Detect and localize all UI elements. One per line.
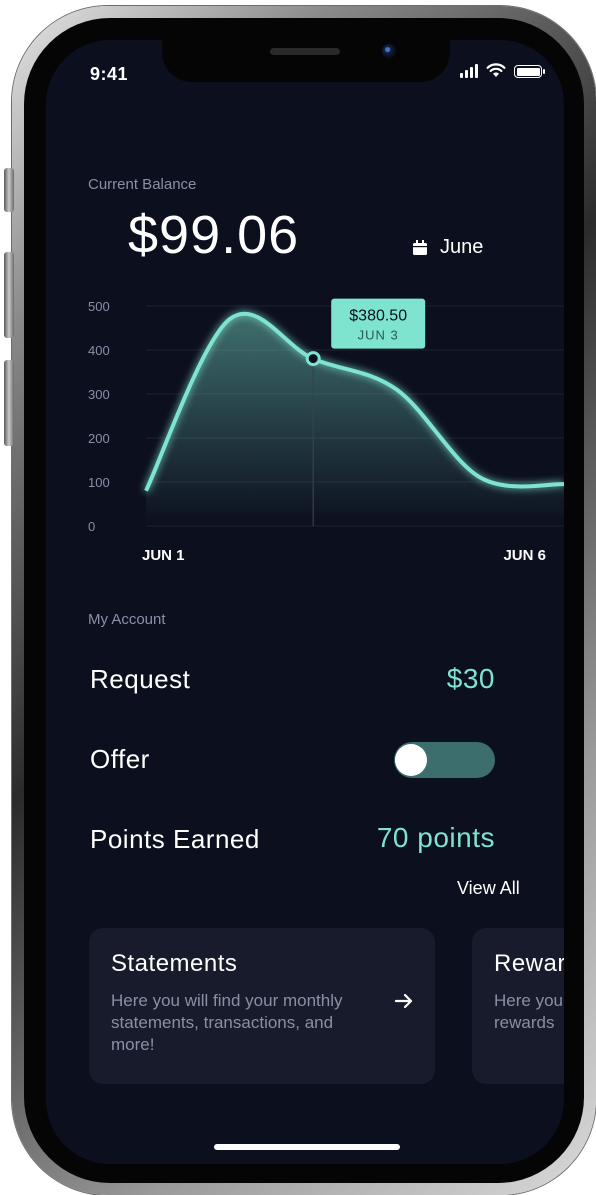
statements-card[interactable]: Statements Here you will find your month… — [89, 928, 435, 1084]
speaker — [270, 48, 340, 55]
camera — [382, 44, 396, 58]
my-account-label: My Account — [88, 611, 166, 628]
rewards-card[interactable]: Rewar Here you points ea rewards — [472, 928, 564, 1084]
month-label: June — [440, 236, 484, 258]
view-all-link[interactable]: View All — [457, 878, 520, 899]
battery-icon — [514, 65, 545, 78]
card-description: Here you points ea rewards — [494, 991, 564, 1032]
toggle-knob — [395, 744, 427, 776]
points-earned-value: 70 points — [376, 822, 495, 853]
notch — [162, 40, 450, 82]
status-icons — [460, 63, 545, 78]
x-axis-label-start: JUN 1 — [142, 547, 185, 564]
y-tick-label: 100 — [88, 475, 110, 490]
card-title: Rewar — [494, 950, 564, 977]
volume-down-button — [4, 360, 14, 446]
points-earned-label: Points Earned — [90, 824, 260, 854]
request-value[interactable]: $30 — [447, 663, 495, 695]
y-tick-label: 0 — [88, 519, 95, 534]
y-tick-label: 400 — [88, 343, 110, 358]
wifi-icon — [486, 63, 506, 77]
calendar-icon — [413, 239, 427, 255]
card-title: Statements — [111, 950, 238, 977]
home-indicator[interactable] — [214, 1144, 400, 1150]
card-description: Here you will find your monthly statemen… — [111, 991, 343, 1054]
status-time: 9:41 — [90, 64, 129, 84]
y-tick-label: 500 — [88, 299, 110, 314]
y-tick-label: 300 — [88, 387, 110, 402]
balance-value: $99.06 — [128, 205, 300, 265]
month-picker[interactable]: June — [412, 236, 483, 259]
balance-chart[interactable]: 500 400 300 200 100 0 $380.50 JUN 3 JUN 1 JUN… — [46, 290, 564, 570]
tooltip-value: $380.50 — [349, 308, 407, 325]
y-axis-labels: 500 400 300 200 100 0 — [88, 299, 110, 534]
chart-tooltip: $380.50 JUN 3 — [331, 298, 426, 349]
request-label: Request — [90, 664, 191, 694]
y-tick-label: 200 — [88, 431, 110, 446]
chart-marker[interactable] — [305, 351, 321, 367]
signal-icon — [460, 64, 478, 78]
tooltip-date: JUN 3 — [358, 328, 399, 343]
x-axis-label-end: JUN 6 — [503, 547, 546, 564]
screen: 9:41 Current Balance $99.06 June 500 400… — [46, 40, 564, 1164]
mute-switch — [4, 168, 14, 212]
offer-label: Offer — [90, 744, 150, 774]
arrow-right-icon[interactable] — [393, 990, 415, 1012]
offer-toggle[interactable] — [394, 742, 495, 778]
balance-label: Current Balance — [88, 176, 197, 193]
volume-up-button — [4, 252, 14, 338]
